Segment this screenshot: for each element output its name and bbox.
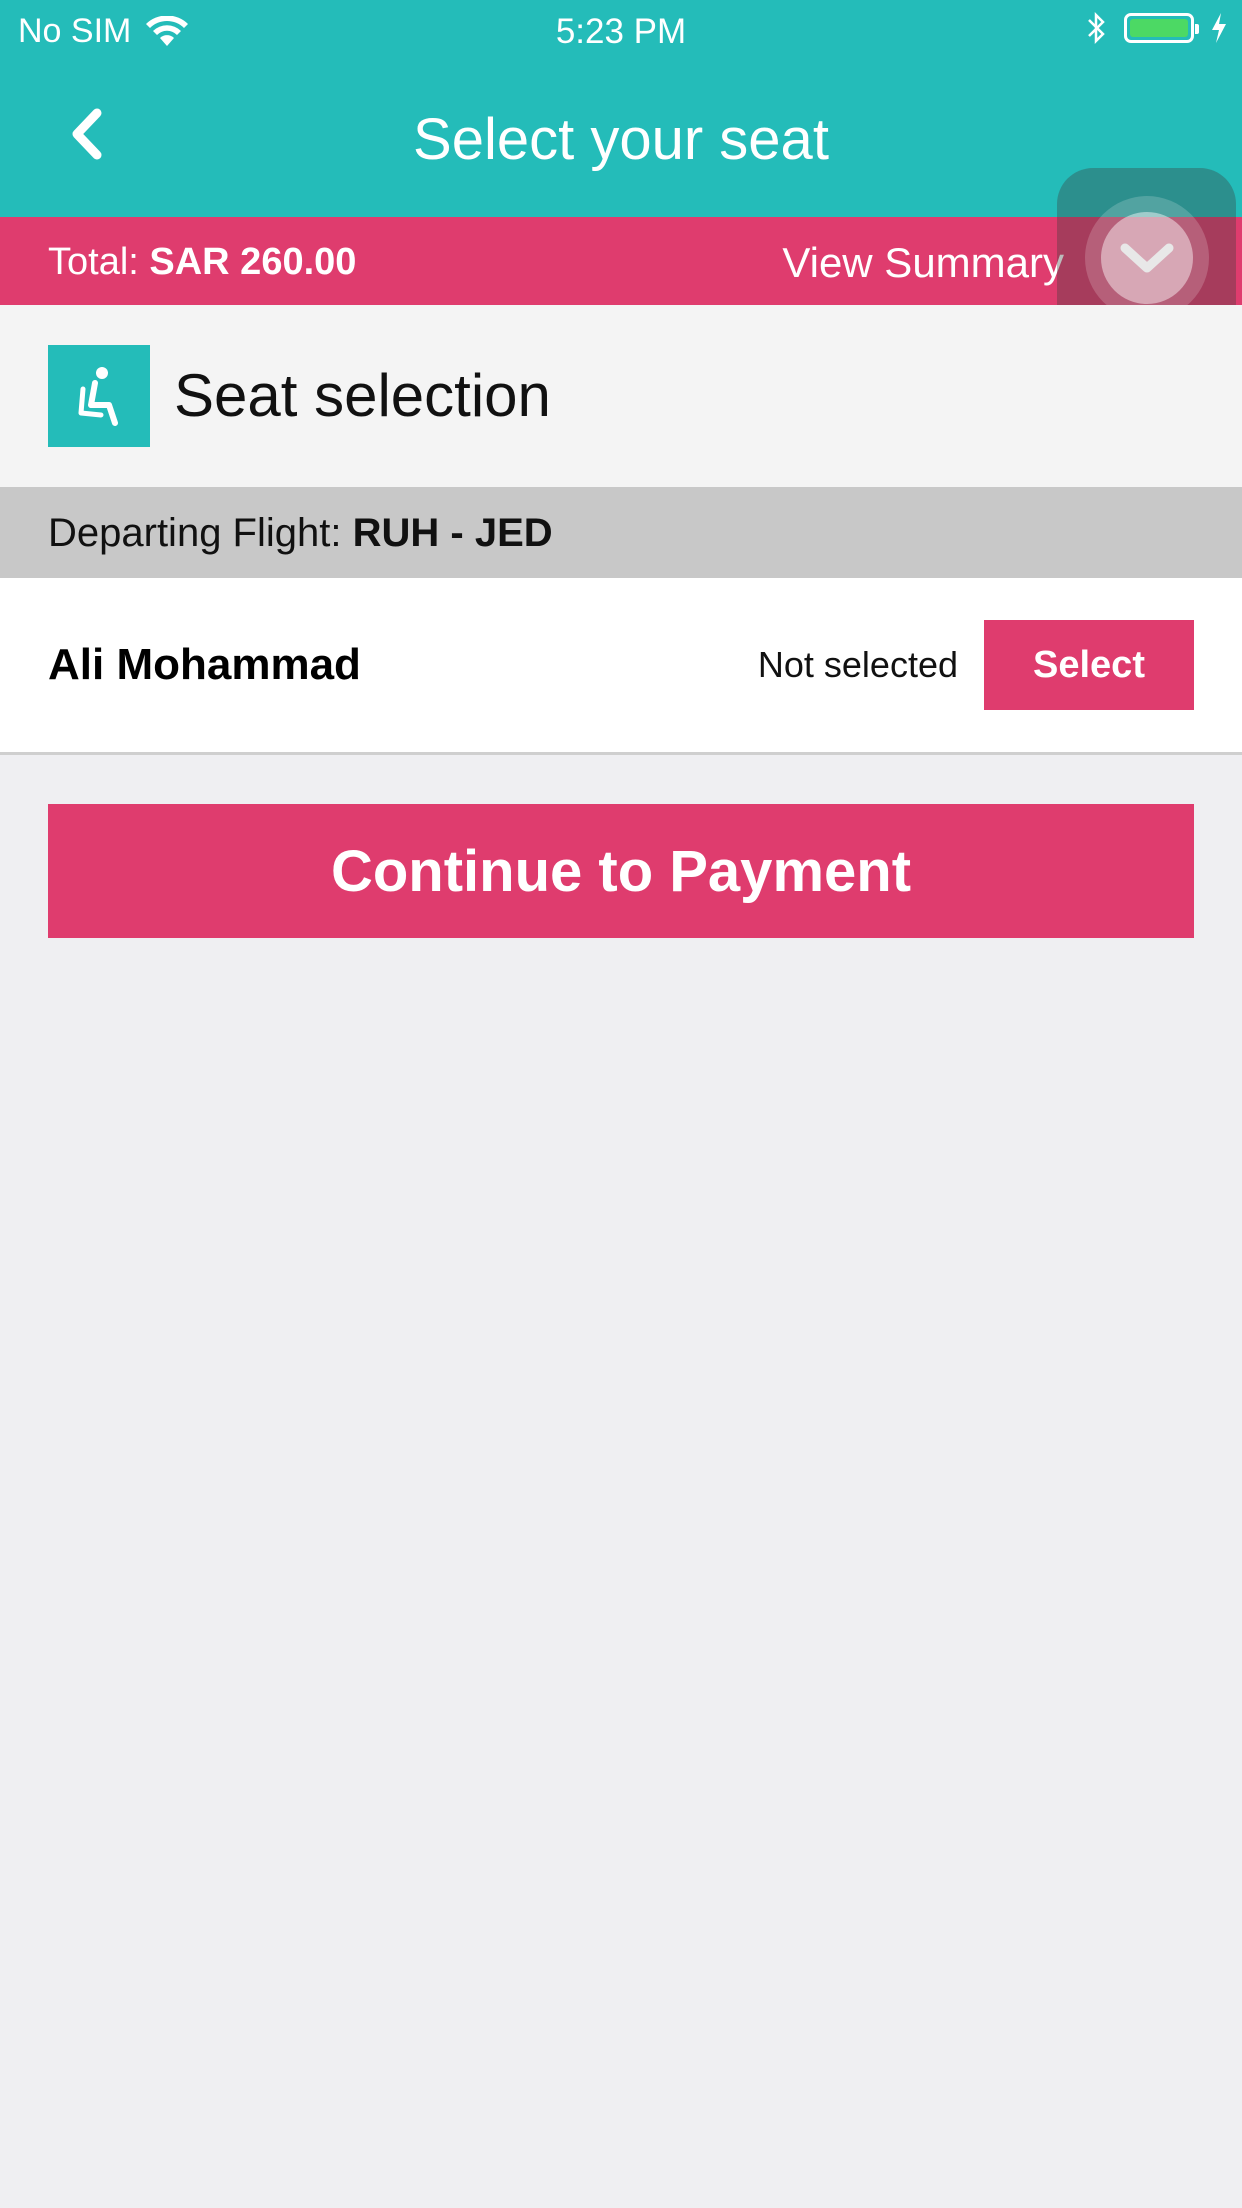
assistive-touch-inner bbox=[1100, 211, 1193, 304]
total-bar: Total: SAR 260.00 View Summary bbox=[0, 217, 1242, 305]
chevron-down-icon bbox=[1120, 243, 1173, 272]
seat-icon bbox=[48, 345, 150, 447]
total-amount: SAR 260.00 bbox=[149, 241, 357, 283]
seat-status: Not selected bbox=[757, 644, 958, 685]
section-header: Seat selection bbox=[0, 305, 1242, 487]
select-seat-button[interactable]: Select bbox=[984, 620, 1194, 710]
app-header: No SIM 5:23 PM Select your seat bbox=[0, 0, 1242, 217]
section-title: Seat selection bbox=[174, 362, 551, 429]
battery-fill bbox=[1130, 19, 1188, 37]
continue-to-payment-button[interactable]: Continue to Payment bbox=[48, 804, 1194, 938]
status-indicators bbox=[1086, 10, 1228, 46]
flight-info: Departing Flight: RUH - JED bbox=[48, 511, 553, 556]
total-price: Total: SAR 260.00 bbox=[48, 241, 356, 284]
status-time: 5:23 PM bbox=[555, 12, 687, 51]
nav-bar: Select your seat bbox=[0, 62, 1242, 217]
total-label: Total: bbox=[48, 241, 139, 283]
flight-bar: Departing Flight: RUH - JED bbox=[0, 487, 1242, 578]
battery-icon bbox=[1124, 13, 1199, 43]
page-title: Select your seat bbox=[413, 107, 829, 172]
assistive-touch-ring bbox=[1084, 195, 1209, 320]
passenger-row: Ali Mohammad Not selected Select bbox=[0, 578, 1242, 755]
passenger-name: Ali Mohammad bbox=[48, 640, 361, 689]
flight-label: Departing Flight: bbox=[48, 511, 342, 555]
status-bar: No SIM 5:23 PM bbox=[0, 0, 1242, 62]
bluetooth-icon bbox=[1088, 11, 1105, 45]
charging-icon bbox=[1212, 13, 1226, 43]
flight-route: RUH - JED bbox=[352, 511, 553, 555]
view-summary-link[interactable]: View Summary bbox=[782, 239, 1064, 287]
